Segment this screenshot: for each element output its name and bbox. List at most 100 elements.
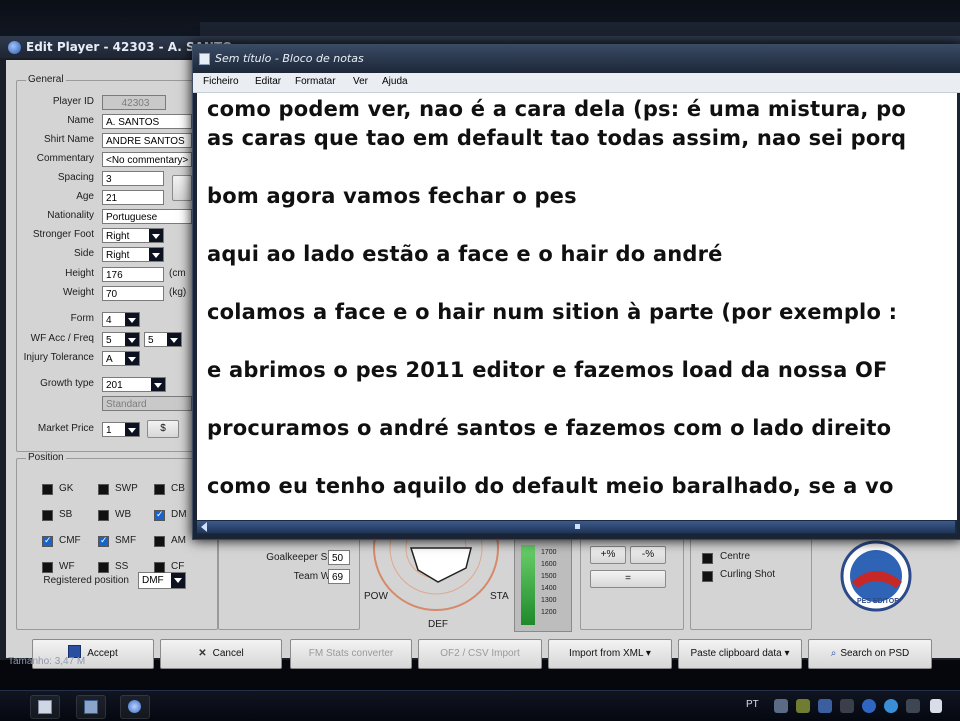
tray-icon[interactable] — [906, 699, 920, 713]
menu-ficheiro[interactable]: Ficheiro — [203, 76, 239, 87]
tray-icon[interactable] — [884, 699, 898, 713]
wf-frequency-value: 5 — [148, 335, 154, 346]
market-price-select[interactable]: 1 — [102, 422, 140, 437]
gauge-bar — [521, 545, 535, 625]
chevron-down-icon — [125, 352, 139, 365]
notepad-menu-bar: Ficheiro Editar Formatar Ver Ajuda — [193, 73, 960, 93]
age-label: Age — [76, 191, 94, 202]
position-cf-checkbox[interactable] — [154, 562, 165, 573]
notepad-title-bar[interactable]: Sem título - Bloco de notas — [193, 45, 960, 73]
search-psd-button[interactable]: ⌕ Search on PSD — [808, 639, 932, 669]
position-am-checkbox[interactable] — [154, 536, 165, 547]
stronger-foot-select[interactable]: Right — [102, 228, 164, 243]
height-field[interactable]: 176 — [102, 267, 164, 282]
accept-label: Accept — [87, 648, 118, 659]
growth-type-label: Growth type — [40, 378, 94, 389]
import-xml-button[interactable]: Import from XML ▾ — [548, 639, 672, 669]
position-cb-checkbox[interactable] — [154, 484, 165, 495]
position-cmf-label: CMF — [59, 535, 81, 546]
registered-position-select[interactable]: DMF — [138, 572, 186, 589]
menu-editar[interactable]: Editar — [255, 76, 281, 87]
side-select[interactable]: Right — [102, 247, 164, 262]
position-sb-checkbox[interactable] — [42, 510, 53, 521]
position-ss-label: SS — [115, 561, 129, 572]
chevron-down-icon — [167, 333, 181, 346]
injury-tolerance-select[interactable]: A — [102, 351, 140, 366]
menu-ajuda[interactable]: Ajuda — [382, 76, 408, 87]
shirt-name-field[interactable]: ANDRE SANTOS — [102, 133, 192, 148]
market-price-value: 1 — [106, 425, 112, 436]
side-button[interactable] — [172, 175, 192, 201]
paste-clipboard-button[interactable]: Paste clipboard data ▾ — [678, 639, 802, 669]
position-cmf-checkbox[interactable] — [42, 536, 53, 547]
injury-tolerance-label: Injury Tolerance — [23, 352, 94, 363]
language-indicator[interactable]: PT — [746, 699, 759, 710]
age-field[interactable]: 21 — [102, 190, 164, 205]
volume-icon[interactable] — [930, 699, 942, 713]
commentary-select[interactable]: <No commentary> — [102, 152, 192, 167]
tray-icon[interactable] — [774, 699, 788, 713]
team-work-field[interactable]: 69 — [328, 569, 350, 584]
taskbar-button[interactable] — [30, 695, 60, 719]
search-icon: ⌕ — [830, 648, 837, 659]
weight-label: Weight — [63, 287, 94, 298]
growth-type-select[interactable]: 201 — [102, 377, 166, 392]
menu-ver[interactable]: Ver — [353, 76, 368, 87]
name-field[interactable]: A. SANTOS — [102, 114, 192, 129]
centre-checkbox[interactable] — [702, 553, 713, 564]
chevron-down-icon — [171, 573, 185, 588]
paste-clipboard-label: Paste clipboard data — [690, 648, 782, 659]
editor-icon — [84, 700, 98, 714]
nationality-select[interactable]: Portuguese — [102, 209, 192, 224]
goalkeeper-skills-field[interactable]: 50 — [328, 550, 350, 565]
nationality-label: Nationality — [47, 210, 94, 221]
form-select[interactable]: 4 — [102, 312, 140, 327]
fm-stats-converter-button[interactable]: FM Stats converter — [290, 639, 412, 669]
wf-frequency-select[interactable]: 5 — [144, 332, 182, 347]
radar-label-def: DEF — [428, 619, 448, 630]
of2-csv-import-button[interactable]: OF2 / CSV Import — [418, 639, 542, 669]
tray-icon[interactable] — [862, 699, 876, 713]
tray-icon[interactable] — [818, 699, 832, 713]
taskbar-button[interactable] — [76, 695, 106, 719]
position-wf-label: WF — [59, 561, 75, 572]
text-line: as caras que tao em default tao todas as… — [207, 126, 907, 150]
position-smf-checkbox[interactable] — [98, 536, 109, 547]
position-wf-checkbox[interactable] — [42, 562, 53, 573]
increase-percent-button[interactable]: +% — [590, 546, 626, 564]
equalize-button[interactable]: = — [590, 570, 666, 588]
logo-text: PES EDITOR — [857, 598, 900, 605]
position-dm-label: DM — [171, 509, 187, 520]
weight-field[interactable]: 70 — [102, 286, 164, 301]
curling-shot-label: Curling Shot — [720, 569, 776, 580]
gauge-tick-label: 1200 — [541, 609, 557, 616]
decrease-percent-button[interactable]: -% — [630, 546, 666, 564]
tray-icon[interactable] — [796, 699, 810, 713]
tray-icon[interactable] — [840, 699, 854, 713]
spacing-field[interactable]: 3 — [102, 171, 164, 186]
position-wb-checkbox[interactable] — [98, 510, 109, 521]
spacing-label: Spacing — [57, 172, 94, 183]
pes-editor-logo — [840, 540, 912, 612]
notepad-text-area[interactable]: como podem ver, nao é a cara dela (ps: é… — [197, 93, 957, 520]
taskbar-button[interactable] — [120, 695, 150, 719]
import-xml-label: Import from XML — [569, 648, 644, 659]
position-smf-label: SMF — [115, 535, 137, 546]
position-swp-checkbox[interactable] — [98, 484, 109, 495]
height-unit: (cm — [169, 268, 186, 279]
stronger-foot-label: Stronger Foot — [32, 229, 94, 240]
scroll-left-icon[interactable] — [201, 522, 207, 532]
market-price-button[interactable]: $ — [147, 420, 179, 438]
wf-accuracy-select[interactable]: 5 — [102, 332, 140, 347]
text-line: procuramos o andré santos e fazemos com … — [207, 416, 892, 440]
position-dm-checkbox[interactable] — [154, 510, 165, 521]
chevron-down-icon — [125, 313, 139, 326]
centre-label: Centre — [720, 551, 751, 562]
growth-type-name: Standard — [102, 396, 192, 411]
notepad-title: Sem título - Bloco de notas — [215, 52, 364, 65]
menu-formatar[interactable]: Formatar — [295, 76, 336, 87]
position-gk-checkbox[interactable] — [42, 484, 53, 495]
position-ss-checkbox[interactable] — [98, 562, 109, 573]
cancel-button[interactable]: ✕ Cancel — [160, 639, 282, 669]
curling-shot-checkbox[interactable] — [702, 571, 713, 582]
